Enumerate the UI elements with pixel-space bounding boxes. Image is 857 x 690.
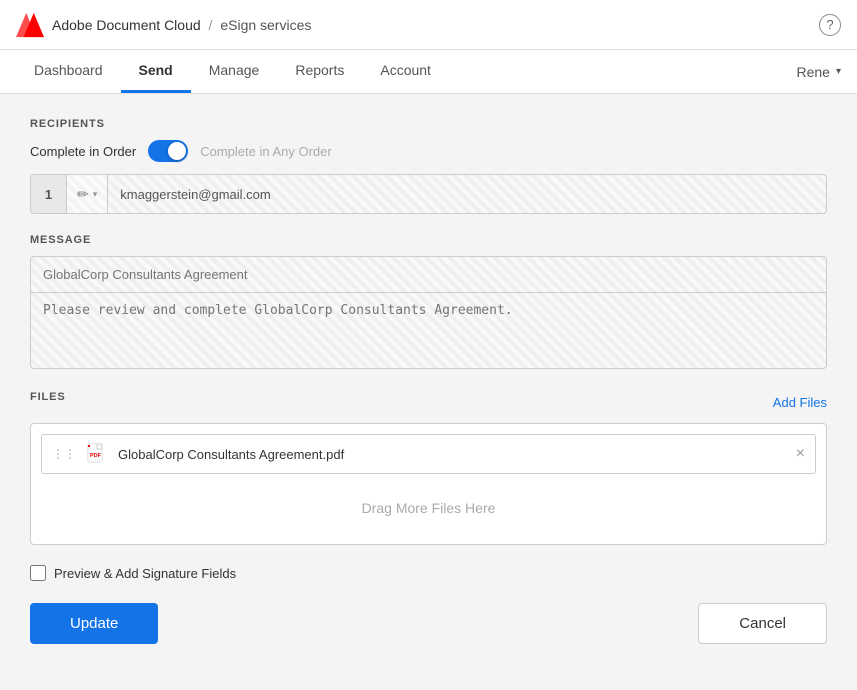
brand-text: Adobe Document Cloud	[52, 17, 201, 33]
recipients-controls: Complete in Order Complete in Any Order	[30, 140, 827, 162]
files-section: FILES Add Files ⋮⋮ PDF GlobalCorp Consul…	[30, 391, 827, 545]
adobe-logo-icon	[16, 11, 44, 39]
main-content: RECIPIENTS Complete in Order Complete in…	[0, 94, 857, 668]
nav-item-dashboard[interactable]: Dashboard	[16, 50, 121, 93]
nav-item-manage[interactable]: Manage	[191, 50, 278, 93]
file-drag-handle-icon[interactable]: ⋮⋮	[52, 447, 76, 461]
brand-name: Adobe Document Cloud / eSign services	[52, 17, 311, 33]
files-header: FILES Add Files	[30, 391, 827, 413]
brand-separator: /	[209, 17, 213, 33]
nav-items: Dashboard Send Manage Reports Account	[16, 50, 449, 93]
message-label: MESSAGE	[30, 234, 827, 246]
role-chevron-icon: ▾	[93, 189, 98, 200]
app-header: Adobe Document Cloud / eSign services ?	[0, 0, 857, 50]
preview-checkbox-row: Preview & Add Signature Fields	[30, 565, 827, 581]
add-files-link[interactable]: Add Files	[773, 395, 827, 410]
preview-checkbox[interactable]	[30, 565, 46, 581]
service-text: eSign services	[220, 17, 311, 33]
header-brand-area: Adobe Document Cloud / eSign services	[16, 11, 311, 39]
recipients-label: RECIPIENTS	[30, 118, 827, 130]
files-label: FILES	[30, 391, 66, 403]
preview-checkbox-label[interactable]: Preview & Add Signature Fields	[54, 566, 236, 581]
recipient-email-input[interactable]	[108, 187, 826, 202]
recipient-row: 1 ✏ ▾	[30, 174, 827, 214]
order-toggle-wrap	[148, 140, 188, 162]
cancel-button[interactable]: Cancel	[698, 603, 827, 644]
file-item: ⋮⋮ PDF GlobalCorp Consultants Agreement.…	[41, 434, 816, 474]
files-box: ⋮⋮ PDF GlobalCorp Consultants Agreement.…	[30, 423, 827, 545]
nav-item-reports[interactable]: Reports	[277, 50, 362, 93]
message-section: MESSAGE	[30, 234, 827, 369]
help-icon[interactable]: ?	[819, 14, 841, 36]
pdf-file-icon: PDF	[86, 443, 108, 465]
user-name: Rene	[797, 64, 830, 80]
user-menu[interactable]: Rene ▾	[797, 64, 842, 80]
main-nav: Dashboard Send Manage Reports Account Re…	[0, 50, 857, 94]
recipient-number: 1	[31, 175, 67, 213]
complete-in-order-label: Complete in Order	[30, 144, 136, 159]
drop-zone[interactable]: Drag More Files Here	[41, 482, 816, 534]
message-subject-input[interactable]	[31, 257, 826, 293]
nav-item-send[interactable]: Send	[121, 50, 191, 93]
order-toggle[interactable]	[148, 140, 188, 162]
user-menu-chevron: ▾	[836, 66, 841, 77]
complete-any-order-label: Complete in Any Order	[200, 144, 332, 159]
recipient-role-icon: ✏	[77, 186, 89, 203]
message-body-input[interactable]	[31, 293, 826, 363]
buttons-row: Update Cancel	[30, 603, 827, 644]
nav-item-account[interactable]: Account	[362, 50, 449, 93]
update-button[interactable]: Update	[30, 603, 158, 644]
recipients-section: RECIPIENTS Complete in Order Complete in…	[30, 118, 827, 214]
svg-text:PDF: PDF	[90, 453, 102, 459]
message-box	[30, 256, 827, 369]
file-remove-button[interactable]: ×	[796, 446, 805, 462]
file-name-text: GlobalCorp Consultants Agreement.pdf	[118, 447, 786, 462]
recipient-role-selector[interactable]: ✏ ▾	[67, 175, 108, 213]
